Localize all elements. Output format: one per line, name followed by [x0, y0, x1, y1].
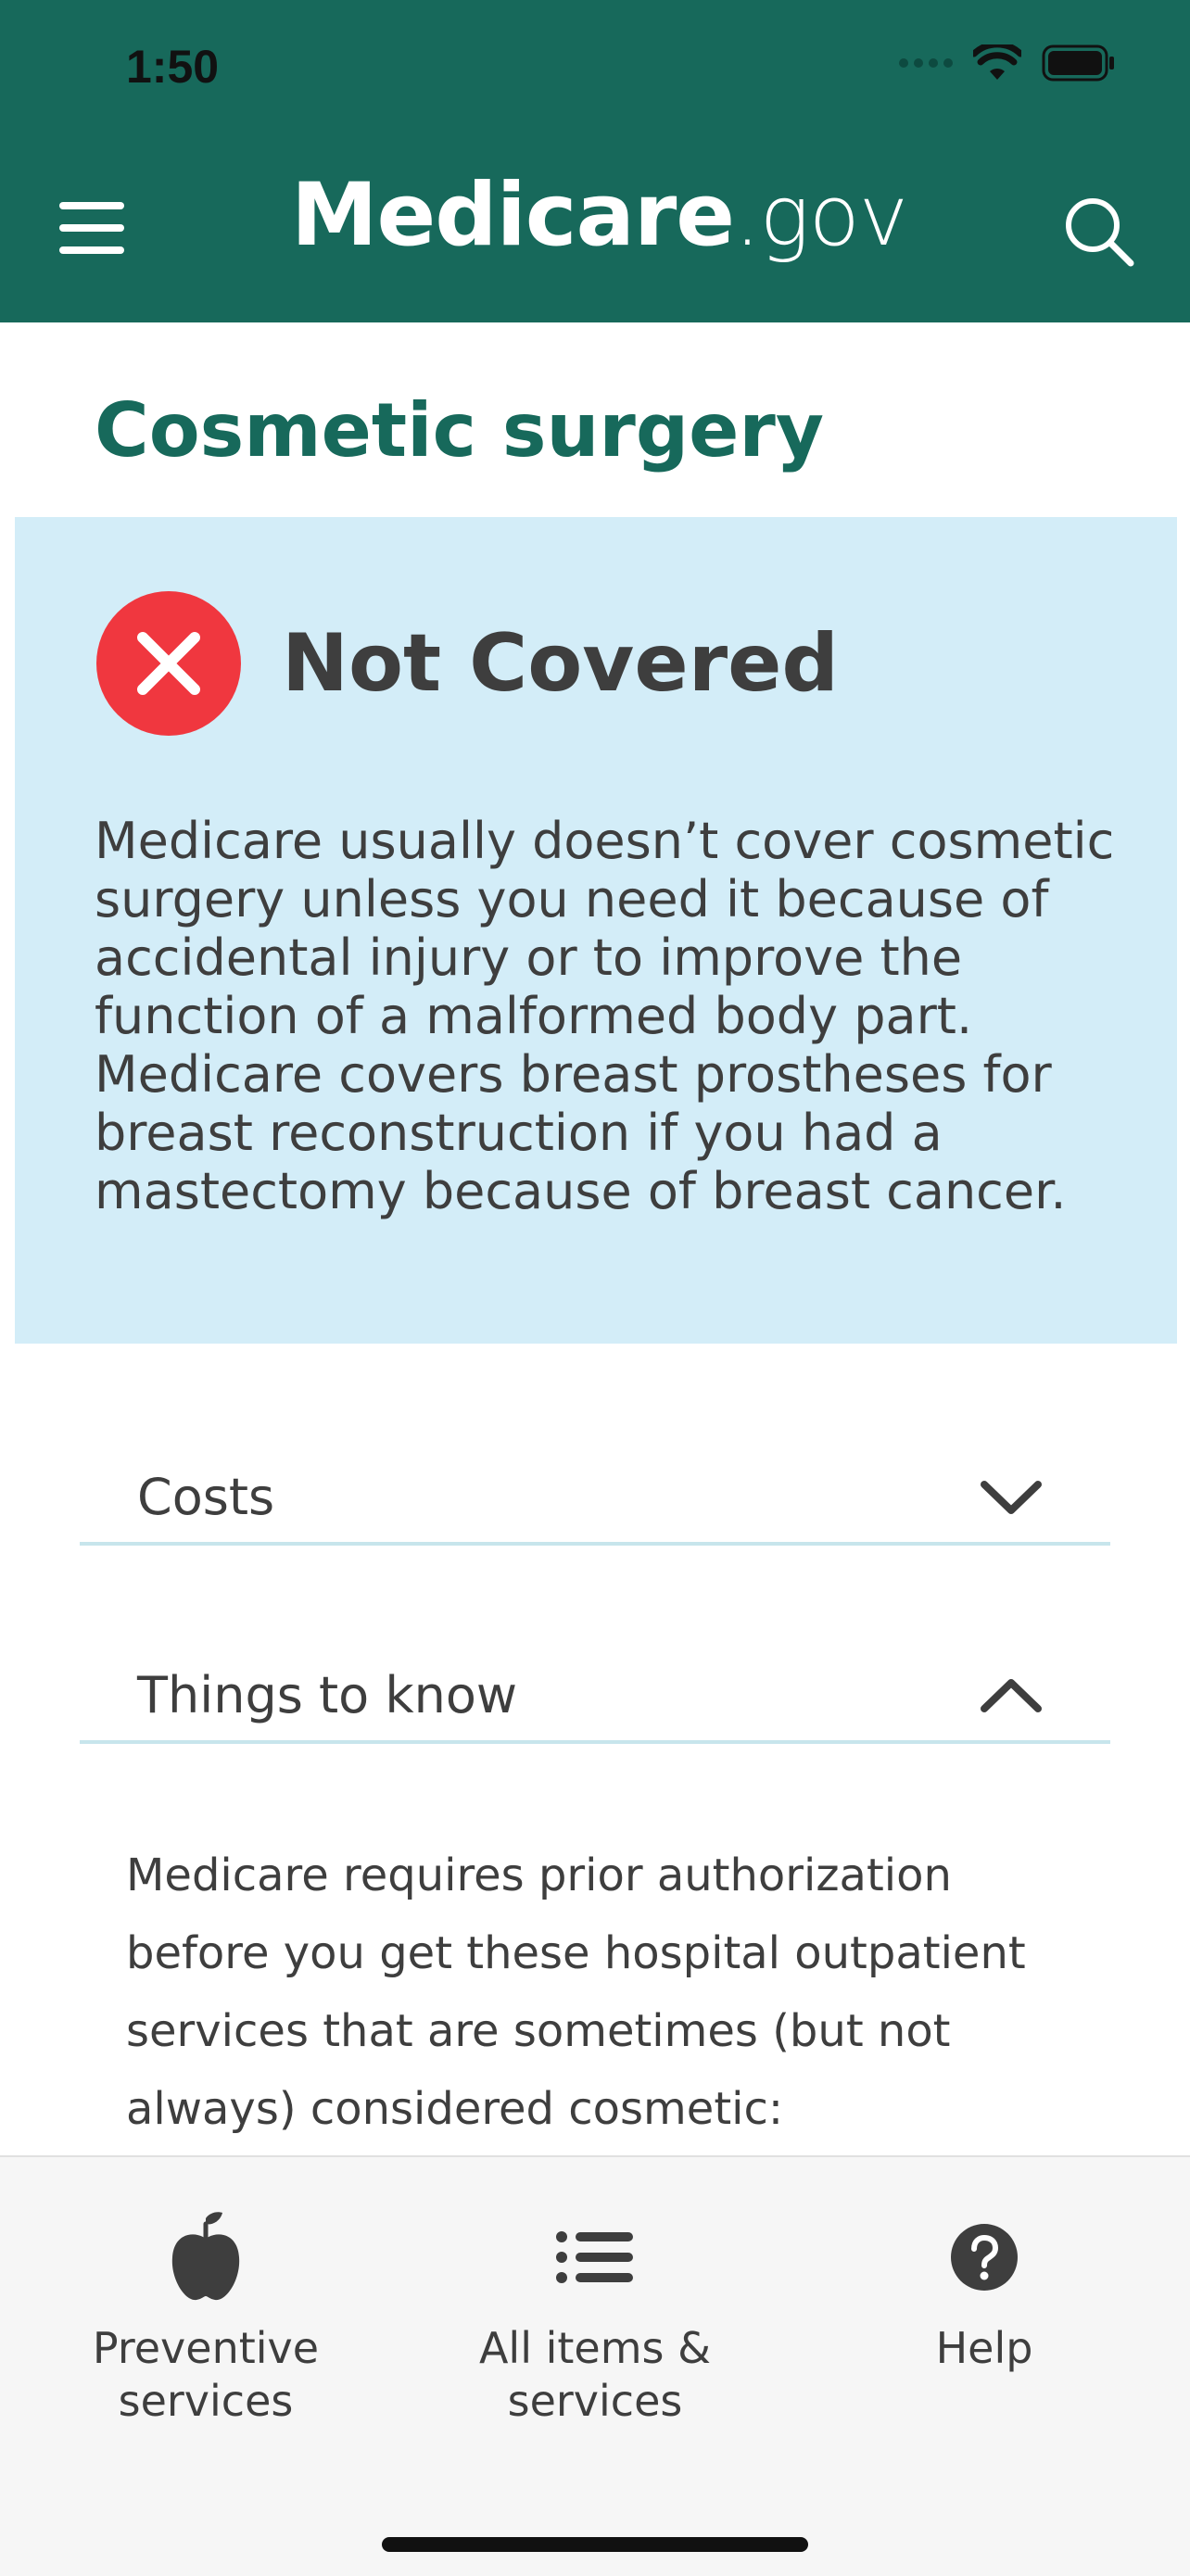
question-circle-icon — [943, 2211, 1026, 2304]
page-title: Cosmetic surgery — [95, 387, 824, 474]
menu-button[interactable] — [59, 202, 124, 254]
brand-main: Medicare — [291, 165, 735, 266]
app-header: 1:50 Medicare .gov — [0, 0, 1190, 322]
medicare-logo[interactable]: Medicare .gov — [291, 165, 908, 276]
search-button[interactable] — [1062, 195, 1136, 269]
accordion-costs[interactable]: Costs — [80, 1449, 1110, 1546]
brand-suffix: .gov — [734, 168, 908, 265]
list-icon — [553, 2211, 637, 2304]
status-icons — [899, 44, 1116, 82]
search-icon — [1066, 198, 1134, 267]
tab-preventive-services[interactable]: Preventive services — [39, 2211, 373, 2428]
x-circle-icon — [96, 591, 241, 736]
accordion-label: Costs — [137, 1468, 275, 1526]
home-indicator[interactable] — [382, 2537, 808, 2552]
coverage-description: Medicare usually doesn’t cover cosmetic … — [95, 812, 1115, 1220]
tab-all-items-services[interactable]: All items & services — [428, 2211, 762, 2428]
wifi-icon — [973, 44, 1021, 80]
coverage-status: Not Covered — [282, 617, 839, 710]
accordion-things-to-know[interactable]: Things to know — [80, 1648, 1110, 1744]
status-time: 1:50 — [126, 41, 220, 93]
cellular-signal-icon — [899, 58, 953, 68]
apple-icon — [164, 2211, 247, 2304]
tab-label: Preventive services — [92, 2323, 320, 2426]
tab-label: Help — [935, 2323, 1033, 2373]
tab-help[interactable]: Help — [817, 2211, 1151, 2375]
hamburger-menu-icon — [59, 202, 124, 209]
coverage-card: Not Covered Medicare usually doesn’t cov… — [15, 517, 1177, 1344]
accordion-label: Things to know — [137, 1666, 518, 1724]
battery-icon — [1042, 44, 1114, 82]
chevron-up-icon — [981, 1679, 1042, 1712]
bottom-tab-bar: Preventive services All items & services… — [0, 2155, 1190, 2576]
tab-label: All items & services — [478, 2323, 712, 2426]
chevron-down-icon — [981, 1481, 1042, 1514]
things-to-know-content: Medicare requires prior authorization be… — [126, 1850, 1026, 2135]
